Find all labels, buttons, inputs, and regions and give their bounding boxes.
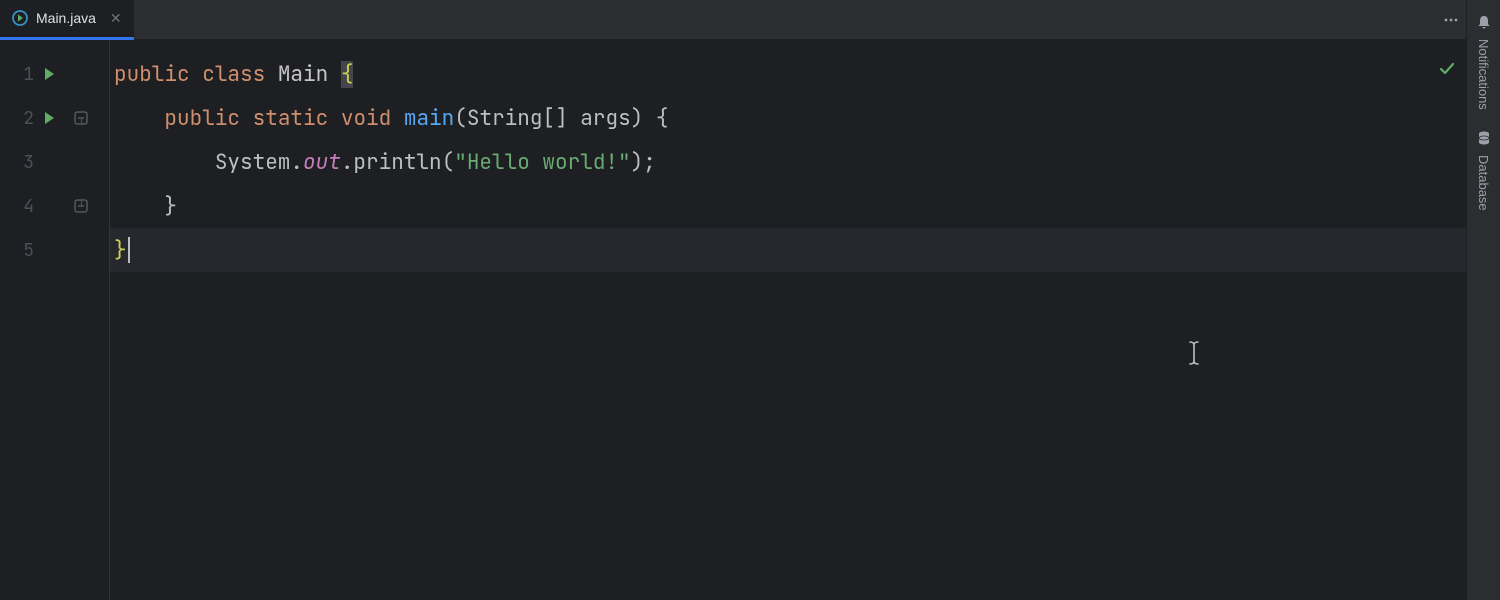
line-number: 5 (0, 239, 34, 262)
notifications-label: Notifications (1476, 39, 1491, 110)
database-icon (1476, 130, 1492, 151)
analysis-ok-icon[interactable] (1438, 58, 1456, 85)
editor[interactable]: 1 2 3 4 (0, 40, 1466, 600)
database-label: Database (1476, 155, 1491, 211)
gutter: 1 2 3 4 (0, 40, 110, 600)
bell-icon (1476, 14, 1492, 35)
line-number: 2 (0, 107, 34, 130)
code-line-current: } (110, 228, 1466, 272)
code-line: System.out.println("Hello world!"); (110, 140, 1466, 184)
notifications-tool[interactable]: Notifications (1476, 6, 1492, 122)
line-number: 4 (0, 195, 34, 218)
more-tabs-icon[interactable] (1436, 12, 1466, 28)
tab-filename: Main.java (36, 10, 96, 26)
java-run-icon (12, 10, 28, 26)
code-line: public class Main { (110, 52, 1466, 96)
run-gutter-icon[interactable] (34, 111, 64, 125)
main-area: Main.java ✕ 1 2 (0, 0, 1466, 600)
fold-start-icon[interactable] (64, 111, 98, 125)
text-cursor-icon (1185, 340, 1203, 373)
line-number: 3 (0, 151, 34, 174)
code-line: } (110, 184, 1466, 228)
fold-end-icon[interactable] (64, 199, 98, 213)
file-tab[interactable]: Main.java ✕ (0, 0, 134, 40)
right-tool-bar: Notifications Database (1466, 0, 1500, 600)
line-number: 1 (0, 63, 34, 86)
code-line: public static void main(String[] args) { (110, 96, 1466, 140)
run-gutter-icon[interactable] (34, 67, 64, 81)
database-tool[interactable]: Database (1476, 122, 1492, 223)
caret (128, 237, 130, 263)
tab-bar: Main.java ✕ (0, 0, 1466, 40)
close-tab-icon[interactable]: ✕ (110, 10, 122, 27)
code-area[interactable]: public class Main { public static void m… (110, 40, 1466, 600)
